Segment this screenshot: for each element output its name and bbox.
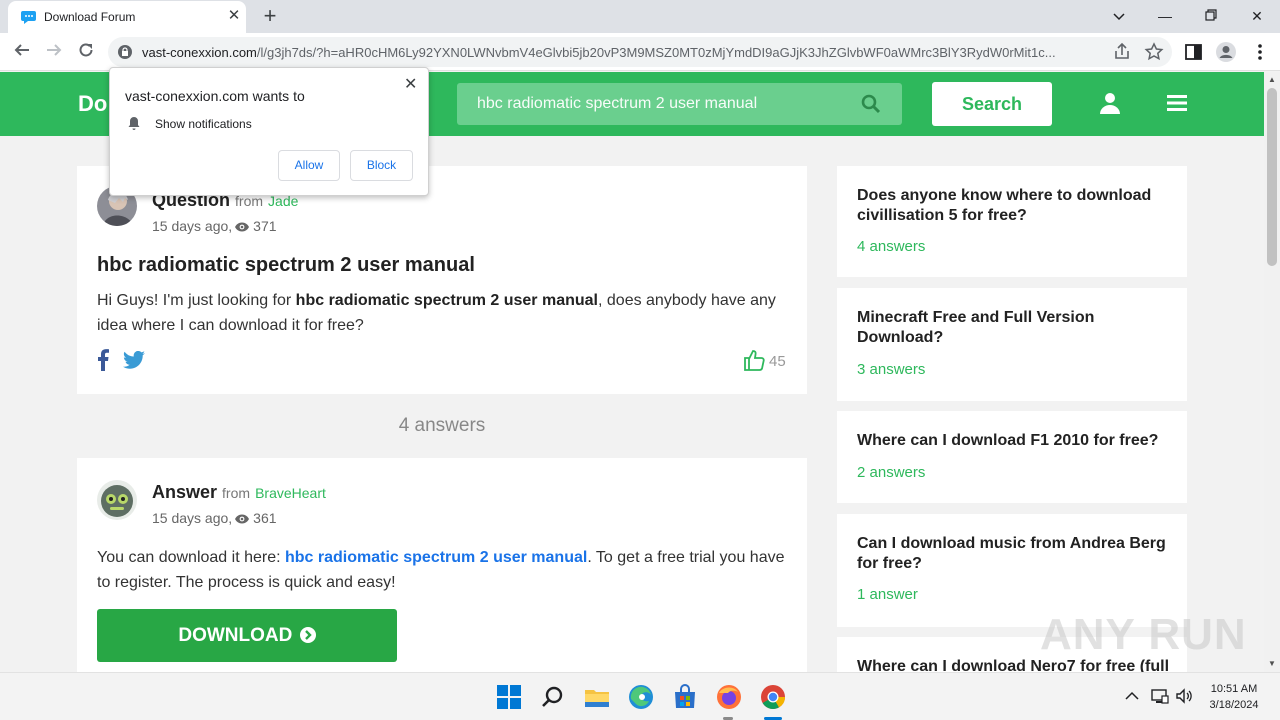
download-link[interactable]: hbc radiomatic spectrum 2 user manual	[285, 549, 587, 566]
related-answers-count[interactable]: 1 answer	[857, 586, 918, 603]
show-hidden-icons-chevron-icon[interactable]	[1125, 691, 1139, 701]
site-logo[interactable]: Do	[78, 91, 107, 117]
question-card: Question from Jade 15 days ago, 371 hbc r…	[77, 166, 807, 394]
back-arrow-icon[interactable]	[9, 39, 35, 65]
tab-strip: Download Forum ✕ + — ✕	[0, 0, 1280, 33]
site-info-lock-icon[interactable]	[118, 45, 132, 59]
related-question-title[interactable]: Minecraft Free and Full Version Download…	[857, 308, 1172, 348]
close-window-button[interactable]: ✕	[1245, 5, 1269, 27]
related-question-card[interactable]: Where can I download F1 2010 for free? 2…	[837, 411, 1187, 503]
author-link[interactable]: BraveHeart	[255, 485, 326, 501]
arrow-circle-right-icon	[299, 627, 316, 643]
tab-close-icon[interactable]: ✕	[224, 6, 244, 26]
reload-icon[interactable]	[73, 39, 99, 65]
clock-time: 10:51 AM	[1210, 683, 1258, 695]
file-explorer-icon[interactable]	[583, 683, 611, 711]
microsoft-store-icon[interactable]	[671, 683, 699, 711]
answer-label: Answer	[152, 482, 218, 502]
permission-text: Show notifications	[155, 117, 252, 131]
scroll-down-arrow-icon[interactable]: ▼	[1268, 659, 1276, 668]
windows-start-icon[interactable]	[495, 683, 523, 711]
volume-icon[interactable]	[1175, 687, 1193, 705]
hamburger-menu-icon[interactable]	[1167, 94, 1187, 112]
chrome-icon[interactable]	[759, 683, 787, 711]
question-body: Hi Guys! I'm just looking for hbc radiom…	[97, 292, 776, 334]
eye-icon	[235, 222, 250, 232]
profile-avatar-icon[interactable]	[1215, 41, 1237, 63]
related-question-card[interactable]: Minecraft Free and Full Version Download…	[837, 288, 1187, 401]
question-title: hbc radiomatic spectrum 2 user manual	[97, 254, 475, 276]
site-search-input[interactable]: hbc radiomatic spectrum 2 user manual	[457, 83, 902, 125]
popup-title: vast-conexxion.com wants to	[125, 88, 305, 104]
answers-count: 4 answers	[398, 415, 486, 436]
user-icon[interactable]	[1099, 92, 1121, 114]
forward-arrow-icon[interactable]	[41, 39, 67, 65]
avatar[interactable]	[97, 480, 137, 520]
related-question-card[interactable]: Does anyone know where to download civil…	[837, 166, 1187, 277]
answer-card: Answer from BraveHeart 15 days ago, 361 Y…	[77, 458, 807, 672]
view-count: 361	[253, 510, 277, 526]
scrollbar-thumb[interactable]	[1267, 88, 1277, 266]
answer-meta: 15 days ago, 361	[152, 510, 277, 526]
kebab-menu-icon[interactable]	[1249, 41, 1271, 63]
magnifier-icon[interactable]	[861, 94, 881, 114]
notification-permission-popup: vast-conexxion.com wants to ✕ Show notif…	[109, 67, 429, 196]
download-button[interactable]: DOWNLOAD	[97, 609, 397, 662]
related-question-title[interactable]: Can I download music from Andrea Berg fo…	[857, 534, 1172, 574]
anyrun-watermark: ANY RUN	[1040, 610, 1247, 659]
side-panel-icon[interactable]	[1183, 41, 1205, 63]
eye-icon	[235, 514, 250, 524]
scroll-up-arrow-icon[interactable]: ▲	[1268, 75, 1276, 84]
share-icon[interactable]	[1112, 42, 1132, 62]
network-icon[interactable]	[1151, 687, 1169, 705]
site-search-value: hbc radiomatic spectrum 2 user manual	[477, 95, 758, 112]
like-count: 45	[769, 353, 786, 370]
close-icon[interactable]: ✕	[404, 74, 417, 94]
facebook-icon[interactable]	[97, 349, 109, 371]
related-question-title[interactable]: Where can I download F1 2010 for free?	[857, 431, 1172, 451]
related-answers-count[interactable]: 4 answers	[857, 238, 925, 255]
bookmark-star-icon[interactable]	[1144, 42, 1164, 62]
address-bar[interactable]: vast-conexxion.com/l/g3jh7ds/?h=aHR0cHM6…	[108, 37, 1172, 67]
minimize-button[interactable]: —	[1153, 5, 1177, 27]
system-clock[interactable]: 10:51 AM 3/18/2024	[1196, 681, 1272, 713]
block-button[interactable]: Block	[350, 150, 413, 181]
browser-toolbar: vast-conexxion.com/l/g3jh7ds/?h=aHR0cHM6…	[0, 33, 1280, 71]
edge-browser-icon[interactable]	[627, 683, 655, 711]
related-answers-count[interactable]: 2 answers	[857, 464, 925, 481]
maximize-button[interactable]	[1199, 5, 1223, 27]
page-scrollbar[interactable]: ▲ ▼	[1264, 72, 1280, 672]
view-count: 371	[253, 218, 277, 234]
bell-icon	[128, 117, 140, 130]
tab-download-forum[interactable]: Download Forum ✕	[8, 1, 246, 33]
search-button[interactable]: Search	[932, 82, 1052, 126]
related-question-title[interactable]: Does anyone know where to download civil…	[857, 186, 1172, 226]
url-text[interactable]: vast-conexxion.com/l/g3jh7ds/?h=aHR0cHM6…	[142, 45, 1108, 60]
question-meta: 15 days ago, 371	[152, 218, 277, 234]
windows-taskbar: 10:51 AM 3/18/2024	[0, 672, 1280, 720]
clock-date: 3/18/2024	[1209, 699, 1259, 711]
search-icon[interactable]	[539, 683, 567, 711]
allow-button[interactable]: Allow	[278, 150, 340, 181]
twitter-icon[interactable]	[123, 351, 145, 369]
tab-search-chevron-icon[interactable]	[1107, 5, 1131, 27]
firefox-icon[interactable]	[715, 683, 743, 711]
answer-body: You can download it here: hbc radiomatic…	[97, 549, 785, 591]
thumbs-up-icon[interactable]	[743, 349, 765, 371]
answer-author-line: Answer from BraveHeart	[152, 482, 326, 502]
related-answers-count[interactable]: 3 answers	[857, 361, 925, 378]
chat-bubble-icon	[21, 11, 36, 24]
new-tab-button[interactable]: +	[258, 5, 282, 29]
tab-title: Download Forum	[44, 10, 136, 24]
